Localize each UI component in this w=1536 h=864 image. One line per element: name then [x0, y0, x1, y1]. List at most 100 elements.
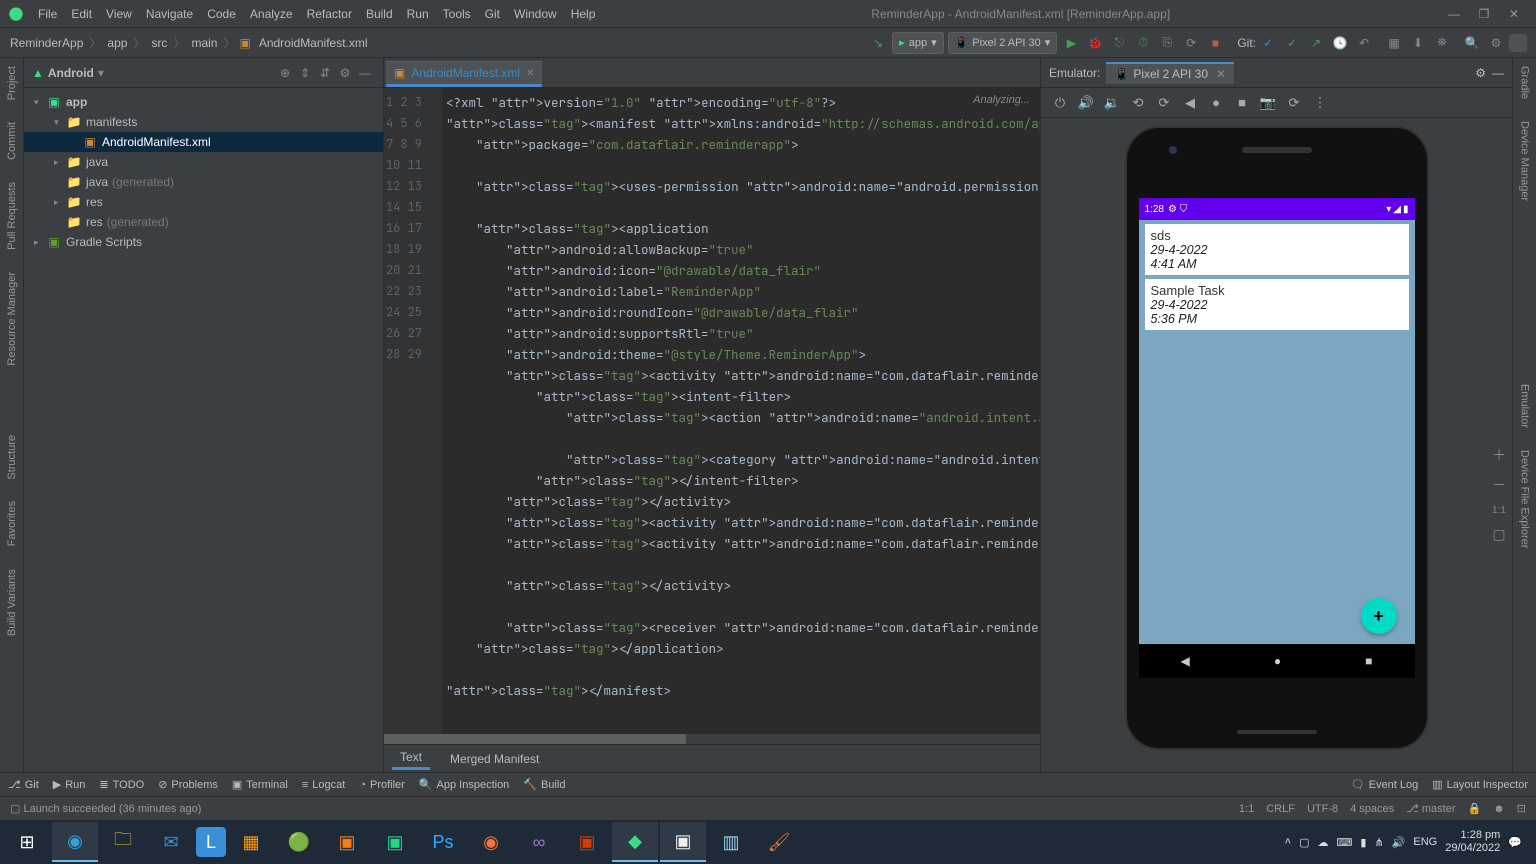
nav-overview-icon[interactable]: ■ — [1365, 654, 1372, 668]
device-screen[interactable]: 1:28 ⚙ ⛉ ▾◢▮ sds 29-4-2022 4:41 AM Sampl… — [1139, 198, 1415, 678]
project-tree[interactable]: ▾▣app ▾📁manifests ▣AndroidManifest.xml ▸… — [24, 88, 383, 772]
tray-volume-icon[interactable]: 🔊 — [1392, 836, 1406, 849]
expand-all-icon[interactable]: ⇕ — [295, 63, 315, 83]
tray-onedrive-icon[interactable]: ☁ — [1318, 836, 1329, 849]
volume-down-icon[interactable]: 🔉 — [1103, 94, 1121, 112]
menu-navigate[interactable]: Navigate — [140, 5, 199, 23]
tree-res[interactable]: ▸📁res — [24, 192, 383, 212]
editor-tab-manifest[interactable]: ▣ AndroidManifest.xml ✕ — [386, 61, 542, 87]
apply-changes-icon[interactable]: ⟳ — [1180, 32, 1202, 54]
screenshot-icon[interactable]: 📷 — [1259, 94, 1277, 112]
collapse-all-icon[interactable]: ⇵ — [315, 63, 335, 83]
crumb-main[interactable]: main — [189, 35, 219, 51]
taskbar-app-l[interactable]: L — [196, 827, 226, 857]
git-branch[interactable]: ⎇ master — [1406, 802, 1455, 815]
android-navbar[interactable]: ◀ ● ■ — [1139, 644, 1415, 678]
volume-up-icon[interactable]: 🔊 — [1077, 94, 1095, 112]
taskbar-xampp[interactable]: ▣ — [324, 822, 370, 862]
taskbar-mail[interactable]: ✉ — [148, 822, 194, 862]
left-tab-resource-manager[interactable]: Resource Manager — [6, 268, 18, 370]
right-tab-device-file-explorer[interactable]: Device File Explorer — [1519, 446, 1531, 552]
right-tab-emulator[interactable]: Emulator — [1519, 380, 1531, 432]
tray-keyboard-icon[interactable]: ⌨ — [1337, 836, 1353, 849]
tw-problems[interactable]: ⊘ Problems — [158, 778, 218, 791]
menu-git[interactable]: Git — [479, 5, 506, 23]
tray-battery-icon[interactable]: ▮ — [1360, 836, 1366, 849]
device-dropdown[interactable]: 📱Pixel 2 API 30▾ — [948, 32, 1058, 54]
debug-icon[interactable]: 🐞 — [1084, 32, 1106, 54]
tw-git[interactable]: ⎇ Git — [8, 778, 39, 791]
tw-event-log[interactable]: 🗨 Event Log — [1351, 778, 1419, 791]
menu-help[interactable]: Help — [565, 5, 602, 23]
tw-profiler[interactable]: ◔ Profiler — [359, 779, 405, 791]
taskbar-explorer[interactable]: 🗀 — [100, 822, 146, 862]
fold-gutter[interactable] — [428, 88, 442, 734]
lock-icon[interactable]: 🔒 — [1468, 802, 1482, 815]
nav-back-icon[interactable]: ◀ — [1181, 654, 1190, 668]
git-update-icon[interactable]: ✓ — [1257, 32, 1279, 54]
taskbar-terminal[interactable]: ▣ — [660, 822, 706, 862]
tw-layout-inspector[interactable]: ▥ Layout Inspector — [1432, 778, 1528, 791]
taskbar-office[interactable]: ▣ — [564, 822, 610, 862]
hide-panel-icon[interactable]: — — [355, 63, 375, 83]
tree-java-generated[interactable]: 📁java(generated) — [24, 172, 383, 192]
power-icon[interactable]: ⏻ — [1051, 94, 1069, 112]
close-tab-icon[interactable]: ✕ — [526, 68, 534, 79]
crumb-file[interactable]: AndroidManifest.xml — [257, 35, 370, 51]
emulator-tab[interactable]: 📱Pixel 2 API 30✕ — [1106, 62, 1234, 84]
reminder-card[interactable]: Sample Task 29-4-2022 5:36 PM — [1145, 279, 1409, 330]
code-editor[interactable]: <?xml "attr">version="1.0" "attr">encodi… — [442, 88, 1040, 734]
left-tab-commit[interactable]: Commit — [6, 118, 18, 164]
menu-code[interactable]: Code — [201, 5, 242, 23]
taskbar-paint[interactable]: 🖌 — [756, 822, 802, 862]
editor-h-scrollbar[interactable] — [384, 734, 1040, 744]
attach-debugger-icon[interactable]: ⎘ — [1156, 32, 1178, 54]
start-button[interactable]: ⊞ — [4, 822, 50, 862]
reminder-card[interactable]: sds 29-4-2022 4:41 AM — [1145, 224, 1409, 275]
git-rollback-icon[interactable]: ↶ — [1353, 32, 1375, 54]
tray-clock[interactable]: 1:28 pm 29/04/2022 — [1445, 829, 1500, 855]
taskbar-edge[interactable]: ◉ — [52, 822, 98, 862]
editor-subtab-merged[interactable]: Merged Manifest — [442, 749, 547, 769]
menu-window[interactable]: Window — [508, 5, 563, 23]
select-opened-file-icon[interactable]: ⊕ — [275, 63, 295, 83]
back-icon[interactable]: ◀ — [1181, 94, 1199, 112]
sdk-manager-icon[interactable]: ⬇ — [1407, 32, 1429, 54]
taskbar-photoshop[interactable]: Ps — [420, 822, 466, 862]
panel-settings-icon[interactable]: ⚙ — [335, 63, 355, 83]
tray-wifi-icon[interactable]: ⋔ — [1374, 836, 1383, 849]
taskbar-notepad[interactable]: ▥ — [708, 822, 754, 862]
left-tab-build-variants[interactable]: Build Variants — [6, 565, 18, 640]
menu-view[interactable]: View — [100, 5, 138, 23]
tray-chevron-icon[interactable]: ˄ — [1285, 836, 1291, 848]
zoom-fit-icon[interactable]: ▢ — [1492, 526, 1505, 543]
taskbar-androidstudio[interactable]: ◆ — [612, 822, 658, 862]
overview-icon[interactable]: ■ — [1233, 94, 1251, 112]
ide-status-icon[interactable]: ☻ — [1493, 803, 1505, 815]
tree-gradle-scripts[interactable]: ▸▣Gradle Scripts — [24, 232, 383, 252]
left-tab-structure[interactable]: Structure — [6, 431, 18, 484]
line-separator[interactable]: CRLF — [1266, 803, 1295, 815]
menu-build[interactable]: Build — [360, 5, 399, 23]
tw-build[interactable]: 🔨 Build — [523, 778, 565, 791]
menu-file[interactable]: File — [32, 5, 63, 23]
tray-notifications-icon[interactable]: 💬 — [1508, 836, 1522, 849]
account-icon[interactable] — [1509, 34, 1527, 52]
coverage-icon[interactable]: ⎋ — [1108, 32, 1130, 54]
taskbar-visualstudio[interactable]: ∞ — [516, 822, 562, 862]
editor-subtab-text[interactable]: Text — [392, 747, 430, 770]
git-history-icon[interactable]: 🕓 — [1329, 32, 1351, 54]
tw-app-inspection[interactable]: 🔍 App Inspection — [419, 778, 509, 791]
left-tab-project[interactable]: Project — [6, 62, 18, 104]
close-emulator-tab-icon[interactable]: ✕ — [1216, 67, 1226, 81]
system-tray[interactable]: ˄ ▢ ☁ ⌨ ▮ ⋔ 🔊 ENG 1:28 pm 29/04/2022 💬 — [1275, 829, 1532, 855]
zoom-out-icon[interactable]: － — [1492, 475, 1506, 495]
make-project-icon[interactable]: ↘ — [867, 32, 889, 54]
zoom-in-icon[interactable]: ＋ — [1492, 445, 1506, 465]
more-icon[interactable]: ⋮ — [1311, 94, 1329, 112]
tree-app[interactable]: ▾▣app — [24, 92, 383, 112]
window-close[interactable]: ✕ — [1500, 4, 1528, 24]
tree-manifest-file[interactable]: ▣AndroidManifest.xml — [24, 132, 383, 152]
search-icon[interactable]: 🔍 — [1461, 32, 1483, 54]
window-maximize[interactable]: ❐ — [1470, 4, 1498, 24]
